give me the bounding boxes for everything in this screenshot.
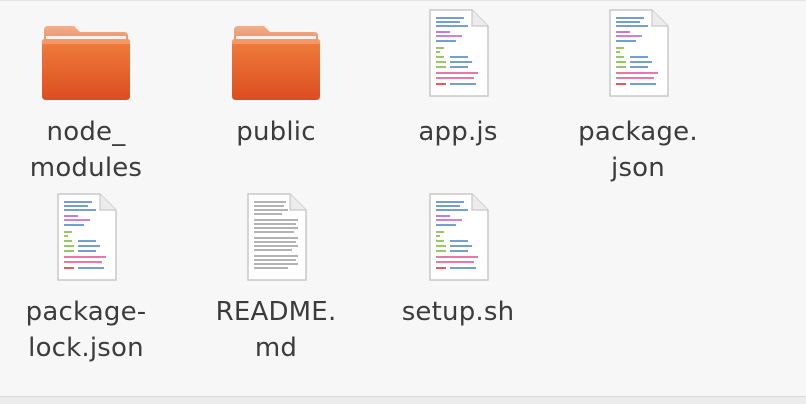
file-item-readme-md[interactable]: README. md [196, 190, 356, 390]
code-file-icon [378, 192, 538, 282]
file-name-label: app.js [418, 117, 498, 147]
code-file-icon [558, 8, 718, 98]
file-name-label: package. json [578, 117, 698, 183]
folder-icon [6, 22, 166, 102]
text-file-icon [196, 192, 356, 282]
code-file-icon [378, 8, 538, 98]
file-item-public[interactable]: public [196, 0, 356, 190]
file-name-label: package- lock.json [25, 297, 147, 363]
file-item-package-json[interactable]: package. json [558, 0, 718, 190]
file-item-app-js[interactable]: app.js [378, 0, 538, 190]
file-item-node-modules[interactable]: node_ modules [6, 0, 166, 190]
file-manager-icon-view: node_ modules public app.js package. jso… [0, 0, 806, 404]
file-item-package-lock-json[interactable]: package- lock.json [6, 190, 166, 390]
file-item-setup-sh[interactable]: setup.sh [378, 190, 538, 390]
code-file-icon [6, 192, 166, 282]
file-name-label: README. md [215, 297, 337, 363]
file-name-label: node_ modules [29, 117, 143, 183]
file-name-label: setup.sh [401, 297, 515, 327]
folder-icon [196, 22, 356, 102]
file-name-label: public [236, 117, 316, 147]
